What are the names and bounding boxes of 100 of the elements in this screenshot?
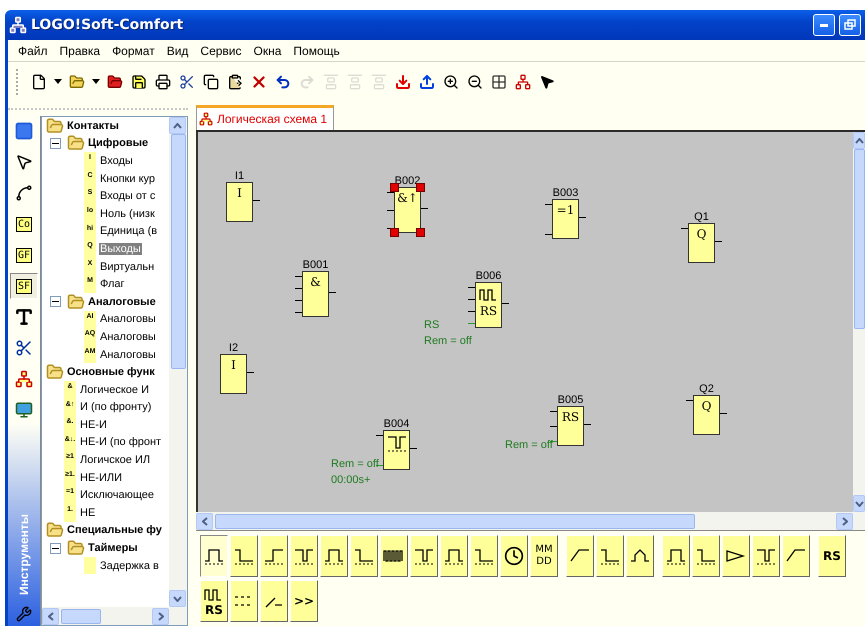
- tree-folder-label[interactable]: Таймеры: [88, 542, 138, 554]
- tree-item[interactable]: Входы от с: [99, 190, 156, 202]
- function-block[interactable]: Q: [693, 395, 720, 435]
- menu-item[interactable]: Сервис: [194, 44, 248, 58]
- tree-item[interactable]: Аналоговы: [99, 348, 157, 361]
- arrow-right-icon: [158, 612, 164, 620]
- diagram-tab[interactable]: Логическая схема 1: [196, 105, 334, 130]
- tool-button[interactable]: Co: [10, 211, 38, 237]
- function-block[interactable]: RS: [475, 282, 502, 328]
- tree-item[interactable]: Виртуальн: [99, 260, 156, 273]
- menu-item[interactable]: Окна: [248, 44, 288, 58]
- tree-item[interactable]: НЕ-И: [79, 418, 108, 431]
- tree-hscrollbar[interactable]: [42, 607, 187, 625]
- tree-item[interactable]: НЕ: [79, 506, 96, 519]
- tree-folder-label[interactable]: Аналоговые: [88, 296, 156, 308]
- canvas-hscrollbar[interactable]: [196, 512, 865, 530]
- function-block[interactable]: RS: [557, 406, 584, 446]
- tool-button[interactable]: SF: [10, 273, 38, 299]
- block-name: Q2: [699, 383, 714, 395]
- waveform-icon: [443, 547, 465, 565]
- align-icon: [323, 74, 339, 90]
- waveform-icon: [755, 547, 777, 565]
- connector-icon: [15, 184, 33, 202]
- tree-item[interactable]: Логическое И: [79, 384, 150, 396]
- tree-item[interactable]: Единица (в: [99, 225, 158, 238]
- resize-handle[interactable]: [416, 228, 425, 237]
- tree-item[interactable]: Кнопки кур: [99, 172, 156, 185]
- copy-icon: [203, 74, 219, 90]
- menu-item[interactable]: Правка: [54, 44, 106, 58]
- tree-scrollbar[interactable]: [169, 117, 187, 607]
- canvas-scrollbar[interactable]: [853, 132, 865, 512]
- clock-icon: [504, 546, 524, 566]
- resize-handle[interactable]: [390, 183, 399, 192]
- collapse-toggle[interactable]: [50, 296, 61, 308]
- function-block[interactable]: I: [226, 182, 253, 222]
- waveform-icon: [725, 547, 747, 565]
- menu-item[interactable]: Формат: [106, 44, 161, 58]
- waveform-icon: [386, 434, 408, 452]
- function-block[interactable]: Q: [688, 223, 715, 263]
- function-block[interactable]: [383, 430, 410, 470]
- function-block[interactable]: &: [302, 271, 329, 317]
- tree-item[interactable]: НЕ-ИЛИ: [79, 472, 123, 484]
- palette-label: RS: [205, 604, 223, 616]
- palette-block-button[interactable]: >>: [290, 580, 318, 622]
- tree-item[interactable]: Входы: [99, 154, 134, 167]
- function-block[interactable]: =1: [552, 199, 579, 239]
- tree-item[interactable]: Аналоговы: [99, 330, 157, 343]
- tool-button[interactable]: GF: [10, 242, 38, 268]
- block-parameter: Rem = off: [331, 458, 379, 470]
- tree-item[interactable]: НЕ-И (по фронт: [79, 436, 162, 448]
- function-block[interactable]: I: [220, 354, 247, 394]
- palette-block-button[interactable]: RS: [200, 580, 228, 622]
- open-folder-icon: [107, 74, 123, 90]
- folder-icon: [46, 117, 64, 135]
- tree-item[interactable]: Флаг: [99, 278, 126, 290]
- cut-icon: [179, 74, 195, 90]
- resize-handle[interactable]: [416, 183, 425, 192]
- folder-icon: [67, 134, 85, 152]
- print-icon: [155, 74, 171, 90]
- tree-folder-label[interactable]: Цифровые: [88, 137, 148, 150]
- tree-item[interactable]: Логичское ИЛ: [79, 454, 152, 466]
- block-parameter: 00:00s+: [331, 474, 372, 486]
- waveform-icon: [473, 547, 495, 565]
- tree-item[interactable]: Задержка в: [99, 560, 160, 572]
- menu-item[interactable]: Файл: [12, 44, 54, 58]
- block-symbol: =1: [556, 203, 574, 217]
- tree-item[interactable]: Аналоговы: [99, 313, 157, 326]
- function-block[interactable]: &↑: [394, 187, 421, 233]
- restore-button[interactable]: [839, 14, 861, 36]
- grid-icon: [491, 74, 507, 90]
- palette-block-button[interactable]: [200, 535, 228, 577]
- tree-folder-label[interactable]: Контакты: [67, 120, 119, 132]
- folder-icon: [46, 521, 64, 540]
- tree-item[interactable]: Ноль (низк: [99, 208, 156, 220]
- undo-icon: [275, 74, 291, 90]
- waveform-icon: [263, 547, 285, 565]
- new-file-icon: [31, 74, 47, 90]
- waveform-icon: [233, 547, 255, 565]
- tree-folder-label[interactable]: Специальные фу: [67, 524, 162, 536]
- waveform-icon: [599, 547, 621, 565]
- menu-item[interactable]: Вид: [160, 44, 194, 58]
- menu-item[interactable]: Помощь: [287, 44, 346, 58]
- resize-handle[interactable]: [390, 228, 399, 237]
- tool-tag-icon: SF: [16, 278, 32, 294]
- block-parameter: Rem = off: [505, 439, 553, 451]
- block-symbol: Q: [696, 227, 706, 241]
- palette-block-button[interactable]: RS: [818, 535, 846, 577]
- tree-item[interactable]: Выходы: [99, 242, 142, 255]
- block-symbol: RS: [562, 410, 580, 424]
- waveform-icon: [665, 547, 687, 565]
- tree-item[interactable]: Исключающее: [79, 489, 156, 502]
- arrow-left-icon: [202, 516, 208, 526]
- collapse-toggle[interactable]: [50, 542, 61, 554]
- minimize-button[interactable]: [813, 14, 835, 36]
- tree-item[interactable]: И (по фронту): [79, 401, 152, 414]
- collapse-toggle[interactable]: [50, 138, 61, 149]
- zoom-in-icon: [443, 74, 459, 90]
- palette-block-button[interactable]: MM DD: [530, 535, 558, 577]
- help-pointer-icon: [539, 74, 555, 90]
- tree-folder-label[interactable]: Основные функ: [67, 366, 155, 378]
